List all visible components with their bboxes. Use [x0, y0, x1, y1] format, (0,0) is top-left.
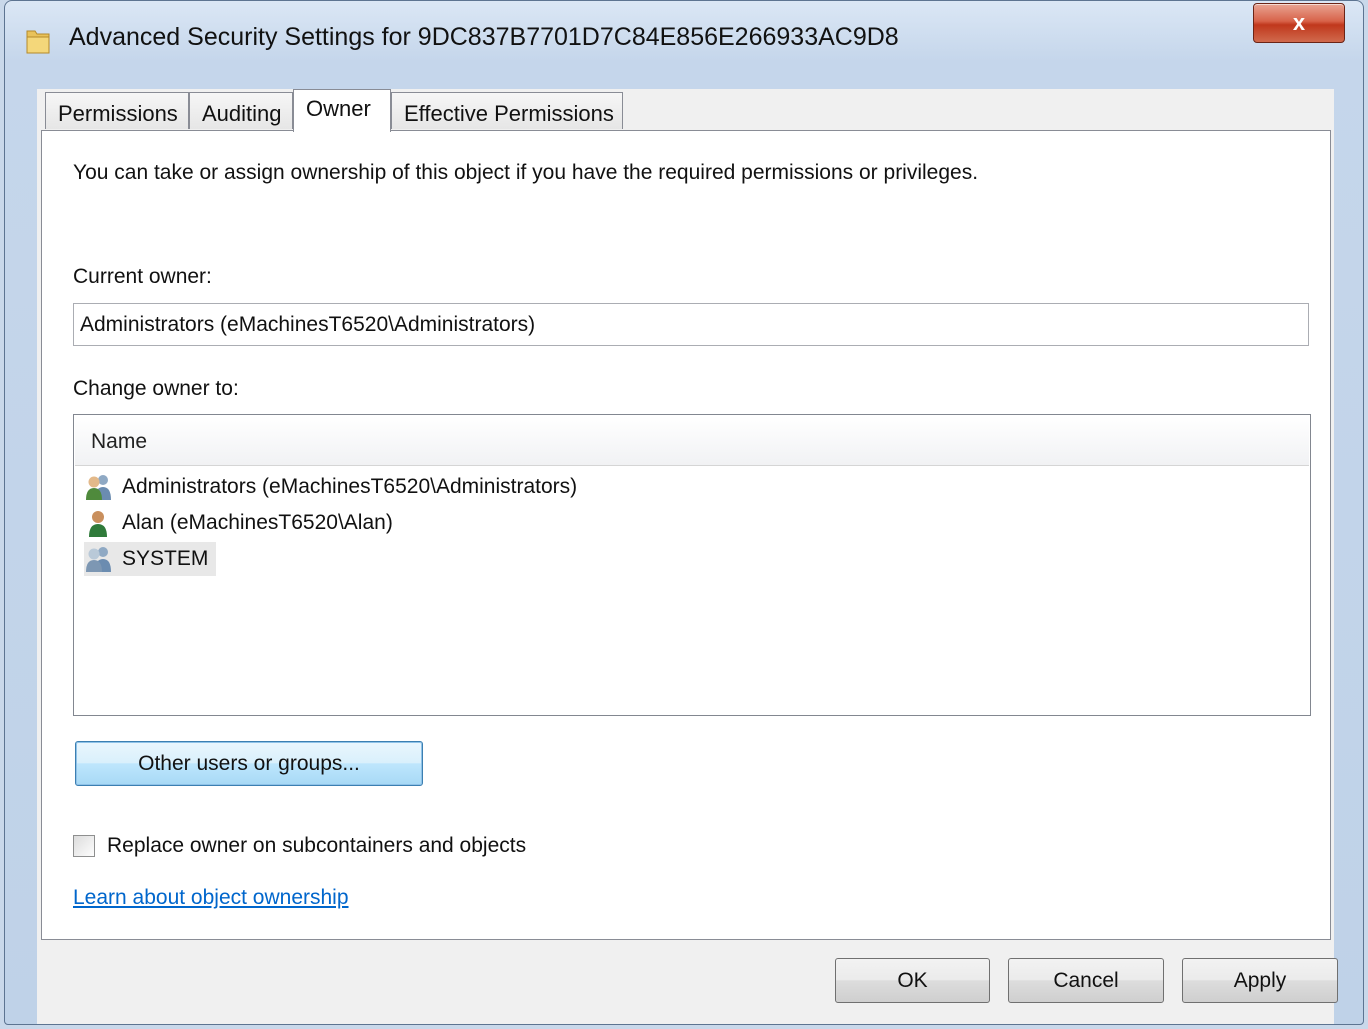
security-settings-window: Advanced Security Settings for 9DC837B77…: [4, 0, 1364, 1025]
owner-tab-panel: You can take or assign ownership of this…: [41, 130, 1331, 940]
folder-icon: [26, 30, 50, 54]
tab-auditing[interactable]: Auditing: [189, 92, 293, 129]
window-title: Advanced Security Settings for 9DC837B77…: [69, 23, 899, 51]
title-bar: Advanced Security Settings for 9DC837B77…: [5, 1, 1363, 76]
tab-permissions[interactable]: Permissions: [45, 92, 189, 129]
tab-effective-permissions[interactable]: Effective Permissions: [391, 92, 623, 129]
list-item-alan[interactable]: Alan (eMachinesT6520\Alan): [84, 506, 393, 540]
column-header-name[interactable]: Name: [75, 416, 1309, 466]
other-users-button[interactable]: Other users or groups...: [75, 741, 423, 786]
close-button[interactable]: x: [1253, 3, 1345, 43]
tab-owner[interactable]: Owner: [293, 89, 391, 132]
list-item-system[interactable]: SYSTEM: [84, 542, 217, 576]
learn-ownership-link[interactable]: Learn about object ownership: [73, 886, 349, 910]
close-icon: x: [1292, 10, 1306, 35]
change-owner-list[interactable]: Name Administrators (eMachinesT6520\Admi…: [73, 414, 1311, 716]
list-item-label: SYSTEM: [122, 547, 209, 570]
user-icon: [89, 511, 107, 537]
list-item-administrators[interactable]: Administrators (eMachinesT6520\Administr…: [84, 470, 577, 504]
current-owner-field[interactable]: Administrators (eMachinesT6520\Administr…: [73, 303, 1309, 346]
ok-button[interactable]: OK: [835, 958, 990, 1003]
cancel-button[interactable]: Cancel: [1008, 958, 1164, 1003]
dialog-client-area: Permissions Auditing Owner Effective Per…: [37, 89, 1338, 1024]
group-icon: [86, 547, 111, 572]
replace-owner-label: Replace owner on subcontainers and objec…: [107, 834, 527, 857]
current-owner-label: Current owner:: [73, 265, 212, 288]
apply-button[interactable]: Apply: [1182, 958, 1338, 1003]
change-owner-label: Change owner to:: [73, 377, 239, 400]
group-icon: [86, 475, 111, 500]
replace-owner-checkbox[interactable]: [73, 835, 95, 857]
intro-text: You can take or assign ownership of this…: [73, 161, 979, 184]
replace-owner-option[interactable]: Replace owner on subcontainers and objec…: [73, 834, 526, 858]
list-item-label: Alan (eMachinesT6520\Alan): [122, 511, 393, 534]
list-item-label: Administrators (eMachinesT6520\Administr…: [122, 475, 578, 498]
